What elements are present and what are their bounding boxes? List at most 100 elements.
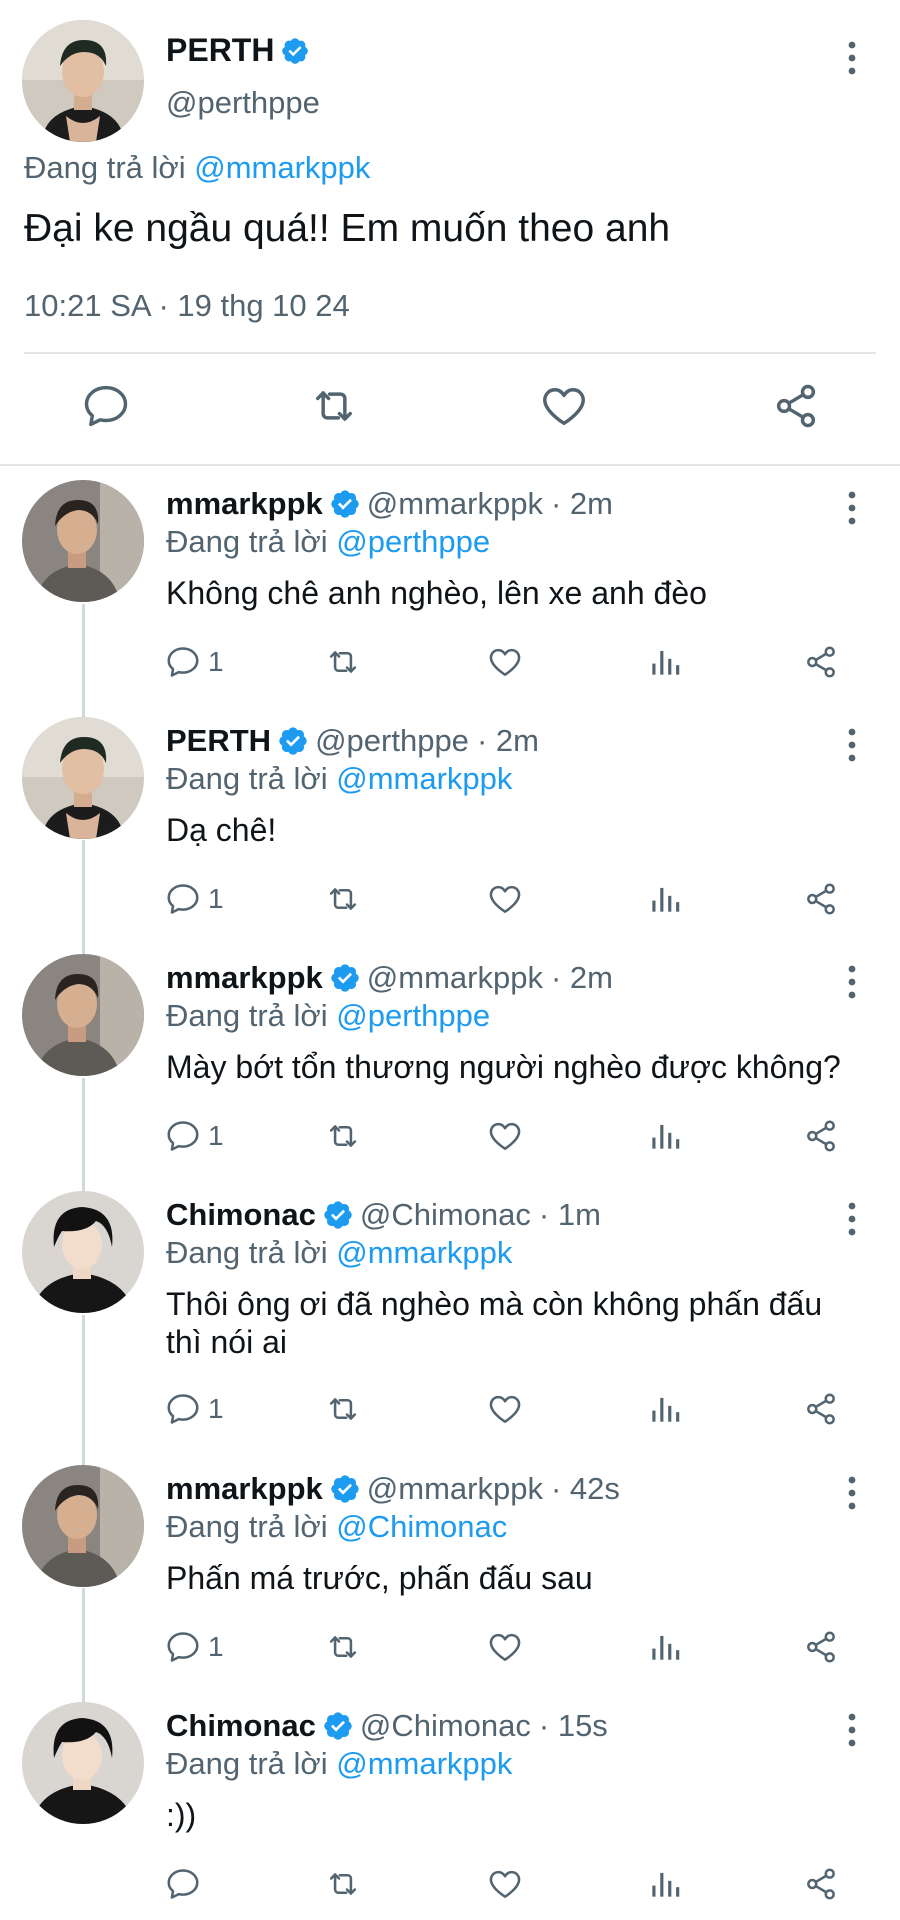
- like-icon[interactable]: [486, 1114, 524, 1158]
- more-options-icon[interactable]: [846, 964, 858, 1000]
- reply-button[interactable]: [164, 1862, 208, 1906]
- reply-time: · 1m: [538, 1197, 601, 1232]
- verified-badge-icon: [277, 725, 309, 757]
- reply-button[interactable]: 1: [164, 1387, 224, 1431]
- avatar-chimonac[interactable]: [22, 1702, 144, 1824]
- reply-tweet[interactable]: mmarkppk @mmarkppk · 42s Đang trả lời @C…: [0, 1465, 900, 1675]
- analytics-icon[interactable]: [646, 1862, 684, 1906]
- reply-tweet[interactable]: PERTH @perthppe · 2m Đang trả lời @mmark…: [0, 717, 900, 927]
- replying-mention-link[interactable]: @perthppe: [336, 998, 490, 1033]
- like-icon[interactable]: [538, 380, 590, 432]
- reply-icon: [167, 1121, 199, 1151]
- more-options-icon[interactable]: [846, 490, 858, 526]
- share-icon[interactable]: [802, 1862, 840, 1906]
- reply-author-name[interactable]: PERTH: [166, 723, 271, 759]
- replying-prefix: Đang trả lời: [166, 1235, 328, 1270]
- retweet-icon[interactable]: [324, 640, 362, 684]
- analytics-icon[interactable]: [646, 1114, 684, 1158]
- share-icon[interactable]: [802, 1625, 840, 1669]
- reply-tweet[interactable]: mmarkppk @mmarkppk · 2m Đang trả lời @pe…: [0, 480, 900, 690]
- avatar-mmarkppk[interactable]: [22, 1465, 144, 1587]
- avatar-mmarkppk[interactable]: [22, 480, 144, 602]
- analytics-icon[interactable]: [646, 1625, 684, 1669]
- reply-handle[interactable]: @Chimonac: [360, 1708, 531, 1744]
- author-name[interactable]: PERTH: [166, 32, 274, 69]
- reply-tweet[interactable]: Chimonac @Chimonac · 15s Đang trả lời @m…: [0, 1702, 900, 1912]
- avatar-chimonac[interactable]: [22, 1191, 144, 1313]
- analytics-icon[interactable]: [646, 877, 684, 921]
- retweet-icon[interactable]: [324, 1862, 362, 1906]
- reply-button[interactable]: 1: [164, 1625, 224, 1669]
- reply-author-name[interactable]: mmarkppk: [166, 486, 323, 522]
- like-icon[interactable]: [486, 1387, 524, 1431]
- replying-to: Đang trả lời @mmarkppk: [166, 1235, 512, 1271]
- avatar-perth[interactable]: [22, 717, 144, 839]
- tweet-timestamp[interactable]: 10:21 SA · 19 thg 10 24: [24, 288, 350, 324]
- more-options-icon[interactable]: [846, 1712, 858, 1748]
- reply-author-name[interactable]: mmarkppk: [166, 960, 323, 996]
- more-options-icon[interactable]: [846, 1201, 858, 1237]
- reply-text: Không chê anh nghèo, lên xe anh đèo: [166, 575, 707, 611]
- reply-author-name[interactable]: Chimonac: [166, 1197, 316, 1233]
- reply-time: · 2m: [476, 723, 539, 758]
- reply-button[interactable]: 1: [164, 877, 224, 921]
- avatar-mmarkppk[interactable]: [22, 954, 144, 1076]
- main-tweet: PERTH @perthppe Đang trả lời @mmarkppk Đ…: [0, 0, 900, 466]
- replying-to: Đang trả lời @perthppe: [166, 524, 490, 560]
- retweet-icon[interactable]: [324, 1625, 362, 1669]
- more-options-icon[interactable]: [846, 40, 858, 76]
- like-icon[interactable]: [486, 1862, 524, 1906]
- like-icon[interactable]: [486, 877, 524, 921]
- avatar-perth[interactable]: [22, 20, 144, 142]
- reply-time: · 42s: [550, 1471, 620, 1506]
- reply-handle[interactable]: @perthppe: [315, 723, 469, 759]
- reply-tweet[interactable]: Chimonac @Chimonac · 1m Đang trả lời @mm…: [0, 1191, 900, 1441]
- reply-handle[interactable]: @mmarkppk: [367, 1471, 543, 1507]
- replying-mention-link[interactable]: @mmarkppk: [336, 1746, 512, 1781]
- more-options-icon[interactable]: [846, 727, 858, 763]
- reply-button[interactable]: 1: [164, 1114, 224, 1158]
- like-icon[interactable]: [486, 640, 524, 684]
- replying-prefix: Đang trả lời: [24, 150, 186, 185]
- retweet-icon[interactable]: [324, 1114, 362, 1158]
- like-icon[interactable]: [486, 1625, 524, 1669]
- reply-button[interactable]: 1: [164, 640, 224, 684]
- analytics-icon[interactable]: [646, 1387, 684, 1431]
- share-icon[interactable]: [802, 877, 840, 921]
- replying-to: Đang trả lời @mmarkppk: [166, 761, 512, 797]
- replying-mention-link[interactable]: @mmarkppk: [194, 150, 370, 185]
- replying-mention-link[interactable]: @mmarkppk: [336, 1235, 512, 1270]
- reply-text: Dạ chê!: [166, 812, 277, 848]
- share-icon[interactable]: [770, 380, 822, 432]
- retweet-icon[interactable]: [308, 380, 360, 432]
- reply-author-name[interactable]: mmarkppk: [166, 1471, 323, 1507]
- reply-tweet[interactable]: mmarkppk @mmarkppk · 2m Đang trả lời @pe…: [0, 954, 900, 1164]
- reply-count: 1: [208, 646, 224, 677]
- reply-handle[interactable]: @mmarkppk: [367, 486, 543, 522]
- divider: [24, 352, 876, 354]
- share-icon[interactable]: [802, 1114, 840, 1158]
- reply-actions: 1: [0, 1625, 900, 1669]
- analytics-icon[interactable]: [646, 640, 684, 684]
- reply-icon: [167, 1394, 199, 1424]
- reply-actions: 1: [0, 877, 900, 921]
- replying-mention-link[interactable]: @Chimonac: [336, 1509, 507, 1544]
- more-options-icon[interactable]: [846, 1475, 858, 1511]
- reply-actions: [0, 1862, 900, 1906]
- author-handle[interactable]: @perthppe: [166, 85, 320, 121]
- reply-icon[interactable]: [80, 380, 132, 432]
- reply-handle[interactable]: @Chimonac: [360, 1197, 531, 1233]
- replying-mention-link[interactable]: @mmarkppk: [336, 761, 512, 796]
- reply-actions: 1: [0, 640, 900, 684]
- reply-handle[interactable]: @mmarkppk: [367, 960, 543, 996]
- share-icon[interactable]: [802, 640, 840, 684]
- replying-mention-link[interactable]: @perthppe: [336, 524, 490, 559]
- replying-prefix: Đang trả lời: [166, 1746, 328, 1781]
- reply-time: · 2m: [550, 960, 613, 995]
- reply-author-name[interactable]: Chimonac: [166, 1708, 316, 1744]
- retweet-icon[interactable]: [324, 1387, 362, 1431]
- reply-text: Mày bớt tổn thương người nghèo được khôn…: [166, 1049, 841, 1085]
- retweet-icon[interactable]: [324, 877, 362, 921]
- reply-count: 1: [208, 1120, 224, 1151]
- share-icon[interactable]: [802, 1387, 840, 1431]
